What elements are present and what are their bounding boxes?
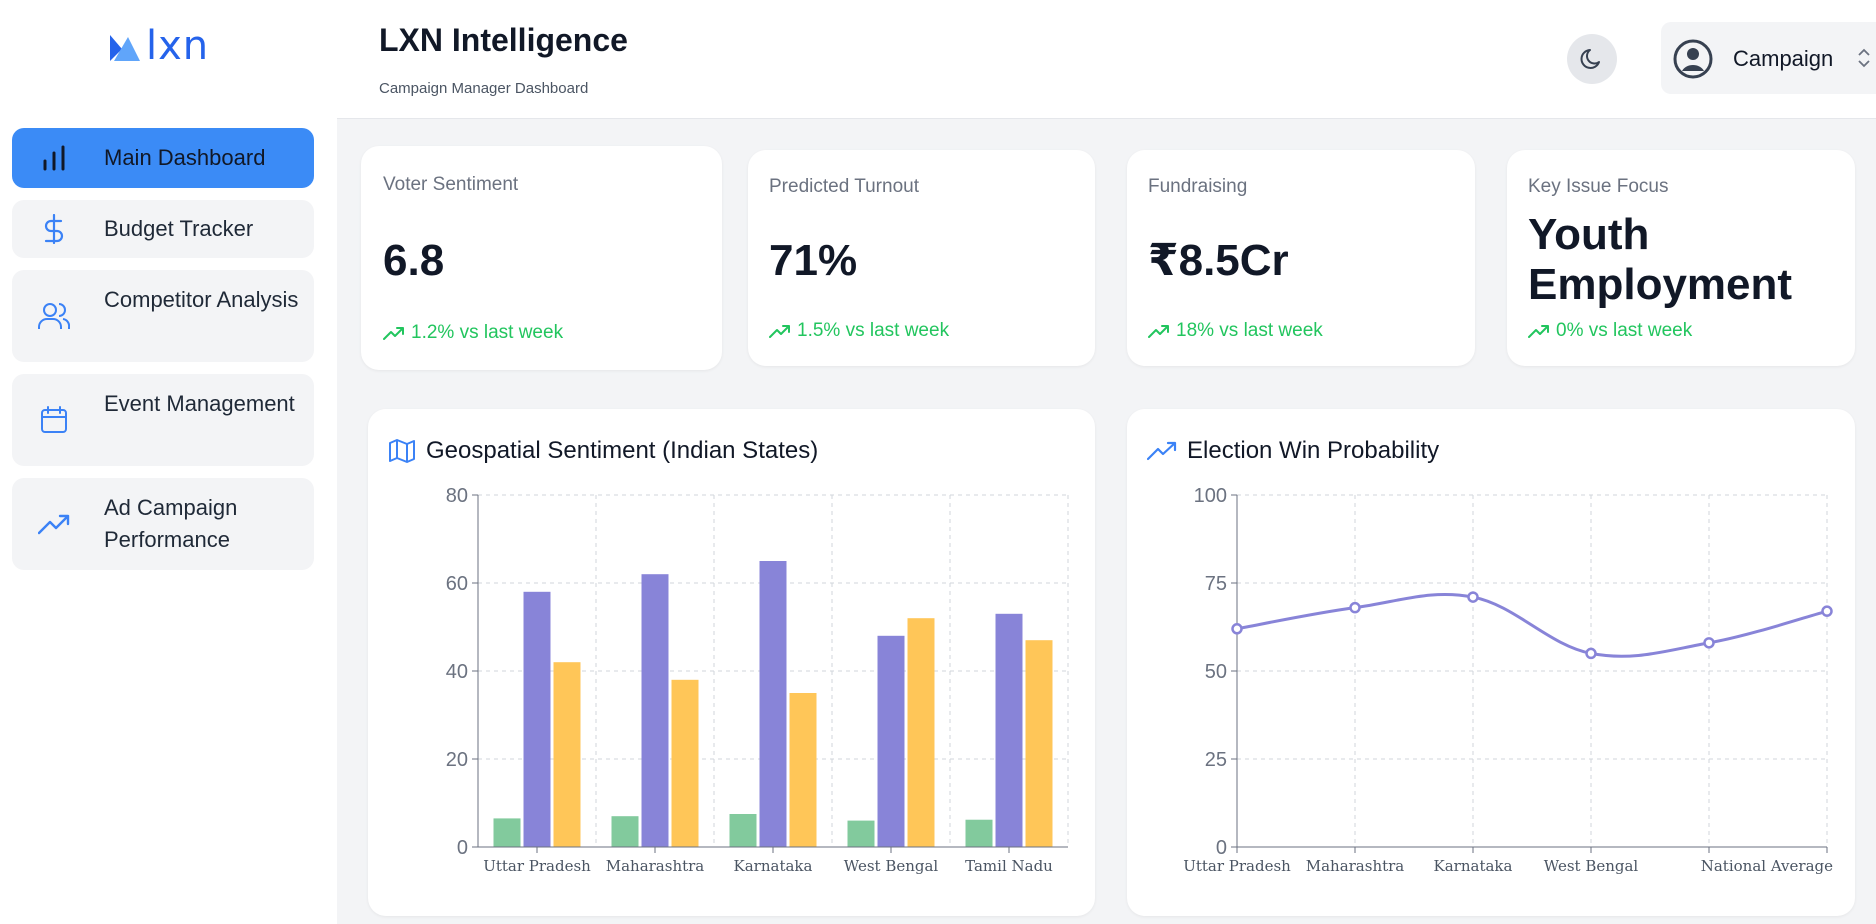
dollar-icon bbox=[38, 213, 70, 245]
sidebar-item-event-management[interactable]: Event Management bbox=[12, 374, 314, 466]
bar bbox=[877, 635, 905, 847]
sentiment-bar-chart: 0 20 40 60 80 Uttar Pradesh Maharashtra Karnata… bbox=[446, 485, 1069, 875]
theme-toggle-button[interactable] bbox=[1567, 34, 1617, 84]
x-tick-label: Uttar Pradesh bbox=[1183, 857, 1291, 875]
kpi-trend-text: 0% vs last week bbox=[1556, 320, 1693, 341]
sidebar-item-label: Competitor Analysis bbox=[104, 287, 299, 312]
kpi-trend: 0% vs last week bbox=[1528, 320, 1692, 342]
kpi-trend-text: 1.5% vs last week bbox=[797, 320, 950, 341]
geospatial-sentiment-card: Geospatial Sentiment (Indian States) 0 20… bbox=[368, 409, 1095, 916]
bar bbox=[671, 679, 699, 847]
bar bbox=[641, 574, 669, 847]
election-win-probability-card: Election Win Probability 0 25 50 75 100 Uttar… bbox=[1127, 409, 1855, 916]
top-header: LXN Intelligence Campaign Manager Dashbo… bbox=[337, 0, 1876, 119]
users-icon bbox=[38, 300, 70, 332]
logo-mark-icon bbox=[110, 35, 140, 61]
y-tick-label: 20 bbox=[446, 749, 468, 771]
sidebar-item-label: Event Management bbox=[104, 391, 295, 416]
bar-chart-icon bbox=[38, 142, 70, 174]
win-probability-line-chart: 0 25 50 75 100 Uttar Pradesh Maharashtra Karnat… bbox=[1183, 485, 1833, 875]
bar bbox=[907, 618, 935, 847]
sidebar-item-main-dashboard[interactable]: Main Dashboard bbox=[12, 128, 314, 188]
y-tick-label: 60 bbox=[446, 573, 468, 595]
page-title: LXN Intelligence bbox=[379, 22, 628, 58]
kpi-trend: 1.2% vs last week bbox=[383, 322, 563, 344]
bar bbox=[847, 820, 875, 847]
kpi-value: Youth Employment bbox=[1528, 210, 1793, 309]
bar bbox=[493, 818, 521, 847]
y-tick-label: 50 bbox=[1205, 661, 1227, 683]
kpi-value: 71% bbox=[769, 236, 858, 285]
y-tick-label: 75 bbox=[1205, 573, 1227, 595]
trending-up-icon bbox=[38, 508, 70, 540]
chevron-up-down-icon bbox=[1858, 48, 1870, 68]
trending-up-icon bbox=[769, 325, 790, 338]
kpi-trend: 1.5% vs last week bbox=[769, 320, 949, 342]
x-tick-label: Tamil Nadu bbox=[965, 857, 1053, 875]
campaign-select[interactable]: Campaign bbox=[1661, 22, 1876, 94]
y-tick-label: 25 bbox=[1205, 749, 1227, 771]
data-point bbox=[1821, 605, 1833, 617]
bar bbox=[1025, 640, 1053, 847]
x-tick-label: Karnataka bbox=[734, 857, 813, 875]
x-tick-label: Uttar Pradesh bbox=[483, 857, 591, 875]
kpi-label: Voter Sentiment bbox=[383, 174, 519, 195]
data-point bbox=[1467, 591, 1479, 603]
data-point bbox=[1703, 637, 1715, 649]
x-tick-label: Maharashtra bbox=[1306, 857, 1405, 875]
sidebar-item-label: Budget Tracker bbox=[104, 216, 254, 241]
bar bbox=[965, 819, 993, 847]
y-tick-label: 0 bbox=[457, 837, 468, 859]
x-tick-label: West Bengal bbox=[1544, 857, 1639, 875]
trending-up-icon bbox=[1148, 325, 1169, 338]
sidebar-item-competitor-analysis[interactable]: Competitor Analysis bbox=[12, 270, 314, 362]
data-point bbox=[1585, 647, 1597, 660]
bar bbox=[995, 613, 1023, 847]
bar bbox=[729, 814, 757, 847]
kpi-label: Predicted Turnout bbox=[769, 176, 919, 197]
sidebar-item-budget-tracker[interactable]: Budget Tracker bbox=[12, 200, 314, 258]
trending-up-icon bbox=[383, 327, 404, 340]
bar bbox=[789, 693, 817, 847]
data-point bbox=[1231, 623, 1243, 635]
moon-icon bbox=[1580, 49, 1600, 69]
campaign-select-value: Campaign bbox=[1733, 46, 1834, 71]
x-tick-label: Karnataka bbox=[1434, 857, 1513, 875]
x-tick-label: National Average bbox=[1701, 857, 1833, 875]
data-point bbox=[1349, 601, 1361, 614]
trending-up-icon bbox=[1528, 325, 1549, 338]
sidebar-item-label: Main Dashboard bbox=[104, 145, 266, 170]
page-subtitle: Campaign Manager Dashboard bbox=[379, 80, 589, 97]
kpi-card-voter-sentiment: Voter Sentiment 6.8 1.2% vs last week bbox=[361, 146, 722, 370]
logo: lxn bbox=[108, 26, 209, 66]
kpi-label: Key Issue Focus bbox=[1528, 176, 1669, 197]
kpi-value: 6.8 bbox=[383, 236, 445, 285]
sidebar-item-label: Ad Campaign Performance bbox=[104, 495, 238, 552]
kpi-label: Fundraising bbox=[1148, 176, 1248, 197]
kpi-card-key-issue-focus: Key Issue Focus Youth Employment 0% vs l… bbox=[1507, 150, 1855, 366]
kpi-card-fundraising: Fundraising ₹8.5Cr 18% vs last week bbox=[1127, 150, 1475, 366]
sidebar-item-ad-campaign-performance[interactable]: Ad Campaign Performance bbox=[12, 478, 314, 570]
sidebar: lxn Main Dashboard Budget Tracker Compet… bbox=[0, 0, 337, 924]
bar bbox=[759, 561, 787, 847]
user-circle-icon bbox=[1673, 39, 1713, 79]
y-tick-label: 80 bbox=[446, 485, 468, 507]
kpi-value: ₹8.5Cr bbox=[1148, 236, 1289, 285]
logo-text: lxn bbox=[146, 23, 210, 69]
y-tick-label: 40 bbox=[446, 661, 468, 683]
kpi-trend: 18% vs last week bbox=[1148, 320, 1323, 342]
y-tick-label: 100 bbox=[1194, 485, 1227, 507]
kpi-card-predicted-turnout: Predicted Turnout 71% 1.5% vs last week bbox=[748, 150, 1095, 366]
y-tick-label: 0 bbox=[1216, 837, 1227, 859]
kpi-trend-text: 18% vs last week bbox=[1176, 320, 1323, 341]
bar bbox=[523, 591, 551, 847]
x-tick-label: West Bengal bbox=[844, 857, 939, 875]
bar bbox=[553, 662, 581, 847]
bar bbox=[611, 816, 639, 847]
calendar-icon bbox=[38, 404, 70, 436]
x-tick-label: Maharashtra bbox=[606, 857, 705, 875]
series-line bbox=[1236, 592, 1828, 658]
kpi-trend-text: 1.2% vs last week bbox=[411, 322, 564, 343]
